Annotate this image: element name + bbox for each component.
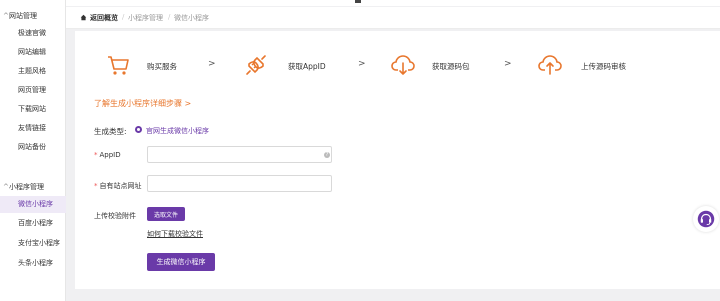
customer-support-button[interactable]	[693, 206, 719, 232]
sidebar-item-site-edit[interactable]: 网站编辑	[0, 44, 66, 61]
breadcrumb-level2: 微信小程序	[174, 14, 209, 22]
sidebar-item-pages[interactable]: 网页管理	[0, 82, 66, 99]
appid-input[interactable]	[147, 146, 332, 163]
sidebar-item-label: 友情链接	[18, 124, 46, 132]
sidebar-group-miniprogram[interactable]: ^小程序管理	[3, 182, 44, 192]
upload-label: 上传校验附件	[94, 212, 136, 220]
site-url-label: * 自有站点网址	[94, 181, 142, 191]
headset-icon	[697, 210, 715, 228]
sidebar-item-download-site[interactable]: 下载网站	[0, 101, 66, 118]
sidebar: ^网站管理 极速官微 网站编辑 主题风格 网页管理 下载网站 友情链接 网站备份…	[0, 0, 66, 301]
sidebar-group-label: 网站管理	[9, 12, 37, 20]
top-marker	[355, 0, 361, 3]
step-label: 购买服务	[147, 62, 177, 71]
appid-label-text: AppID	[99, 151, 121, 159]
appid-label: * AppID	[94, 151, 121, 159]
sidebar-item-label: 下载网站	[18, 105, 46, 113]
breadcrumb: 返回概览 / 小程序管理 / 微信小程序	[66, 7, 720, 29]
site-url-label-text: 自有站点网址	[99, 182, 142, 190]
sidebar-item-label: 网站编辑	[18, 48, 46, 56]
help-icon[interactable]: ?	[324, 152, 330, 158]
step-arrow: >	[358, 59, 366, 69]
cart-icon	[108, 56, 129, 75]
generate-miniprogram-button[interactable]: 生成微信小程序	[147, 253, 215, 271]
sidebar-group-site[interactable]: ^网站管理	[3, 11, 37, 21]
sidebar-item-theme[interactable]: 主题风格	[0, 63, 66, 80]
sidebar-item-alipay[interactable]: 支付宝小程序	[0, 235, 66, 252]
learn-steps-link[interactable]: 了解生成小程序详细步骤 >	[94, 98, 191, 109]
step-label: 获取AppID	[288, 62, 326, 71]
breadcrumb-level1[interactable]: 小程序管理	[128, 13, 163, 23]
plug-icon	[246, 55, 266, 75]
cloud-download-icon	[391, 55, 415, 75]
sidebar-item-baidu[interactable]: 百度小程序	[0, 215, 66, 232]
step-arrow: >	[208, 59, 216, 69]
required-mark: *	[94, 182, 98, 190]
required-mark: *	[94, 151, 98, 159]
top-bar	[66, 0, 720, 6]
step-label: 获取源码包	[432, 62, 470, 71]
home-icon	[80, 14, 87, 21]
type-option-label[interactable]: 官网生成微信小程序	[146, 126, 209, 136]
sidebar-item-friend-links[interactable]: 友情链接	[0, 120, 66, 137]
step-label: 上传源码审核	[581, 62, 626, 71]
sidebar-item-label: 百度小程序	[18, 219, 53, 227]
breadcrumb-separator: /	[122, 13, 125, 21]
choose-file-button[interactable]: 选取文件	[147, 207, 185, 221]
sidebar-item-label: 主题风格	[18, 67, 46, 75]
download-verify-file-link[interactable]: 如何下载校验文件	[147, 229, 203, 239]
sidebar-item-label: 网站备份	[18, 143, 46, 151]
sidebar-item-label: 头条小程序	[18, 259, 53, 267]
step-arrow: >	[504, 59, 512, 69]
sidebar-item-wechat[interactable]: 微信小程序	[0, 196, 66, 213]
sidebar-item-label: 极速官微	[18, 29, 46, 37]
type-radio[interactable]	[135, 126, 142, 133]
breadcrumb-separator: /	[168, 13, 171, 21]
sidebar-item-label: 网页管理	[18, 86, 46, 94]
sidebar-item-fast-site[interactable]: 极速官微	[0, 25, 66, 42]
sidebar-item-toutiao[interactable]: 头条小程序	[0, 255, 66, 272]
type-label: 生成类型:	[94, 127, 127, 136]
cloud-upload-icon	[538, 55, 562, 75]
sidebar-group-label: 小程序管理	[9, 183, 44, 191]
sidebar-item-label: 微信小程序	[18, 200, 53, 208]
sidebar-item-backup[interactable]: 网站备份	[0, 139, 66, 156]
site-url-input[interactable]	[147, 175, 332, 192]
sidebar-item-label: 支付宝小程序	[18, 239, 60, 247]
breadcrumb-back-link[interactable]: 返回概览	[90, 13, 118, 23]
